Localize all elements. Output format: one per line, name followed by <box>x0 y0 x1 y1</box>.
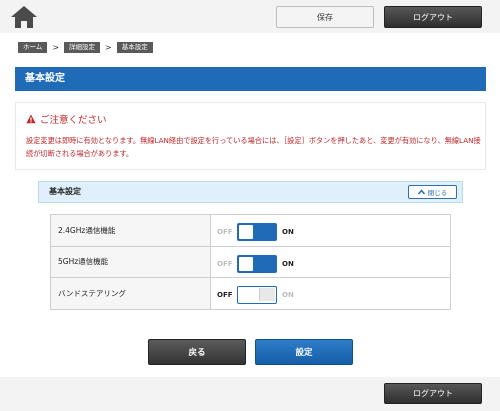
breadcrumb-separator: > <box>105 43 112 52</box>
toggle-off-label: OFF <box>217 259 233 268</box>
setting-label-24ghz: 2.4GHz通信機能 <box>50 214 211 247</box>
section-header-basic-settings: 基本設定 閉じる <box>38 181 463 203</box>
chevron-up-icon <box>417 189 425 195</box>
toggle-off-label: OFF <box>217 291 233 299</box>
top-bar: 保存 ログアウト <box>0 0 500 33</box>
setting-control-24ghz: OFF ON <box>210 214 451 247</box>
bottom-bar: ログアウト <box>0 377 500 411</box>
breadcrumb-basic-settings: 基本設定 <box>116 42 153 53</box>
caution-message: 設定変更は即時に有効となります。無線LAN経由で設定を行っている場合には、［設定… <box>26 136 481 158</box>
toggle-on-label: ON <box>282 259 294 268</box>
home-button[interactable] <box>10 5 38 29</box>
back-button[interactable]: 戻る <box>148 339 246 365</box>
settings-table: 2.4GHz通信機能 OFF ON 5GHz通信機能 OFF ON バンドステア… <box>50 214 451 310</box>
table-row: バンドステアリング OFF ON <box>50 277 451 310</box>
breadcrumb: ホーム > 詳細設定 > 基本設定 <box>18 42 153 53</box>
breadcrumb-advanced-settings[interactable]: 詳細設定 <box>64 42 101 53</box>
apply-settings-button[interactable]: 設定 <box>255 339 353 365</box>
collapse-button[interactable]: 閉じる <box>408 185 457 199</box>
home-icon <box>11 6 37 28</box>
toggle-on-label: ON <box>282 228 294 236</box>
setting-control-band-steering: OFF ON <box>210 277 451 310</box>
setting-label-5ghz: 5GHz通信機能 <box>50 245 211 278</box>
caution-header: ご注意ください <box>26 112 107 126</box>
logout-button-bottom[interactable]: ログアウト <box>384 383 482 404</box>
caution-title: ご注意ください <box>40 115 107 126</box>
toggle-band-steering[interactable] <box>237 286 277 304</box>
toggle-5ghz[interactable] <box>237 254 277 273</box>
breadcrumb-separator: > <box>52 43 60 52</box>
save-button[interactable]: 保存 <box>276 6 374 28</box>
toggle-knob <box>259 288 275 301</box>
setting-control-5ghz: OFF ON <box>210 245 451 278</box>
logout-button-top[interactable]: ログアウト <box>384 6 482 28</box>
toggle-knob <box>239 256 253 271</box>
toggle-off-label: OFF <box>217 228 233 236</box>
collapse-button-label: 閉じる <box>427 189 448 197</box>
setting-label-band-steering: バンドステアリング <box>50 277 211 310</box>
breadcrumb-home[interactable]: ホーム <box>18 42 48 53</box>
warning-icon <box>26 114 36 124</box>
page-title: 基本設定 <box>15 67 486 91</box>
table-row: 5GHz通信機能 OFF ON <box>50 245 451 278</box>
toggle-on-label: ON <box>282 291 294 299</box>
caution-box: ご注意ください 設定変更は即時に有効となります。無線LAN経由で設定を行っている… <box>15 102 486 170</box>
table-row: 2.4GHz通信機能 OFF ON <box>50 214 451 247</box>
section-title: 基本設定 <box>49 187 81 196</box>
toggle-24ghz[interactable] <box>237 223 277 241</box>
toggle-knob <box>239 225 253 239</box>
